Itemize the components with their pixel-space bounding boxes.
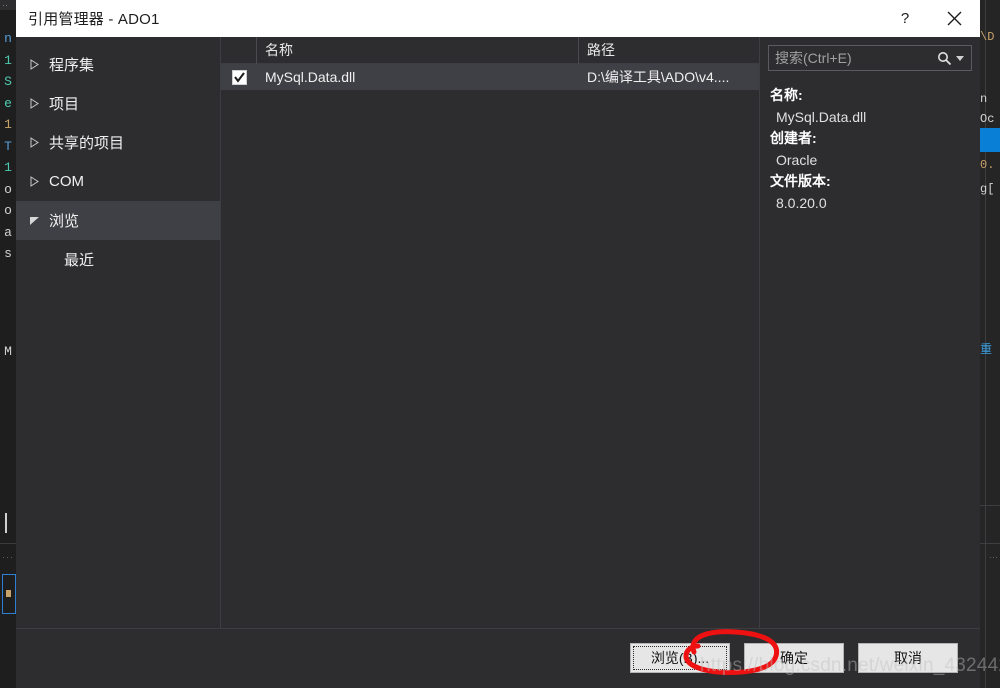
text-caret: [5, 513, 7, 533]
screen-root: n 1 S e 1 T 1 o o a s M ··· ·· \D n Oc 0…: [0, 0, 1000, 688]
code-char: 1: [4, 160, 12, 175]
code-char: e: [4, 95, 12, 111]
checkbox-checked-icon[interactable]: [231, 69, 247, 85]
sidebar-item-label: 最近: [64, 251, 95, 269]
code-char: \D: [980, 30, 995, 44]
background-topbar-left: ··: [0, 0, 16, 10]
close-icon: [947, 11, 961, 26]
ellipsis-icon: ··: [2, 0, 8, 10]
selection-highlight: [980, 128, 1000, 152]
divider: [980, 505, 1000, 506]
code-char: 1: [4, 117, 12, 132]
column-header-path[interactable]: 路径: [579, 37, 759, 64]
chevron-right-icon[interactable]: [21, 176, 47, 187]
table-row[interactable]: MySql.Data.dll D:\编译工具\ADO\v4....: [221, 64, 759, 90]
detail-value-file-version: 8.0.20.0: [776, 195, 827, 211]
chevron-right-icon[interactable]: [21, 98, 47, 109]
code-char: 0.: [980, 158, 995, 172]
sidebar-item-label: 项目: [49, 96, 80, 113]
code-char: Oc: [980, 112, 995, 126]
code-char: a: [4, 224, 12, 240]
sidebar-item-projects[interactable]: 项目: [16, 84, 220, 123]
sidebar-item-label: 共享的项目: [49, 135, 125, 152]
divider: [16, 628, 980, 629]
dialog-title: 引用管理器 - ADO1: [28, 11, 160, 28]
detail-value-name: MySql.Data.dll: [776, 109, 867, 125]
search-input[interactable]: 搜索(Ctrl+E): [775, 48, 935, 68]
row-name-cell: MySql.Data.dll: [265, 69, 356, 85]
sidebar-item-browse[interactable]: 浏览: [16, 201, 220, 240]
detail-key-file-version: 文件版本:: [770, 173, 831, 189]
sidebar-item-label: 浏览: [49, 213, 80, 230]
sidebar-item-recent[interactable]: 最近: [16, 240, 220, 278]
search-icon[interactable]: [935, 51, 953, 66]
row-checkbox-cell[interactable]: [221, 69, 257, 85]
detail-key-creator: 创建者:: [770, 130, 817, 146]
box-marker-icon: [6, 590, 11, 597]
divider: [0, 543, 16, 544]
search-box[interactable]: 搜索(Ctrl+E): [768, 45, 972, 71]
dialog-footer: 浏览(B)... 确定 取消: [16, 628, 980, 688]
ellipsis-icon: ···: [989, 552, 998, 562]
code-char: T: [4, 138, 12, 154]
code-char: n: [980, 92, 988, 106]
dialog-body: 程序集 项目 共享的项目 COM 浏览 最近 名称 路径 MySql.Data.…: [16, 36, 980, 628]
list-header: 名称 路径: [221, 36, 759, 64]
sidebar-item-assemblies[interactable]: 程序集: [16, 45, 220, 84]
code-char: 重: [980, 342, 993, 356]
code-char: M: [4, 344, 12, 359]
code-char: o: [4, 181, 12, 197]
row-path-cell: D:\编译工具\ADO\v4....: [587, 69, 730, 85]
sidebar-item-shared-projects[interactable]: 共享的项目: [16, 123, 220, 162]
ellipsis-icon: ···: [2, 552, 14, 562]
code-char: o: [4, 203, 12, 218]
details-panel: 搜索(Ctrl+E) 名称: MySql.Data.dll 创建者: Oracl…: [760, 37, 980, 628]
question-mark-icon: ?: [900, 10, 910, 27]
detail-value-creator: Oracle: [776, 152, 818, 168]
details-fields: 名称: MySql.Data.dll 创建者: Oracle 文件版本: 8.0…: [760, 71, 980, 214]
search-area: 搜索(Ctrl+E): [760, 45, 980, 71]
column-header-checkbox: [221, 36, 257, 64]
chevron-right-icon[interactable]: [21, 59, 47, 70]
chevron-down-icon[interactable]: [953, 55, 967, 62]
help-button[interactable]: ?: [882, 0, 928, 37]
background-code-strip-left-lower: M ···: [0, 330, 16, 688]
code-char: s: [4, 246, 12, 261]
chevron-down-icon[interactable]: [21, 215, 47, 226]
code-char: 1: [4, 52, 12, 68]
list-rows: MySql.Data.dll D:\编译工具\ADO\v4....: [221, 64, 759, 628]
column-header-name[interactable]: 名称: [257, 36, 579, 64]
sidebar-item-label: COM: [49, 173, 84, 190]
dialog-titlebar: 引用管理器 - ADO1 ?: [16, 0, 980, 37]
background-code-strip-right: \D n Oc 0. g[ 重 ···: [980, 0, 1000, 688]
titlebar-buttons: ?: [882, 0, 980, 37]
code-char: g[: [980, 182, 995, 196]
divider: [980, 543, 1000, 544]
checkmark-icon: [233, 71, 245, 83]
close-button[interactable]: [928, 0, 980, 37]
sidebar-item-label: 程序集: [49, 57, 95, 74]
detail-key-name: 名称:: [770, 87, 803, 103]
reference-manager-dialog: 引用管理器 - ADO1 ? 程序集 项目 共享的项目 COM 浏览 最近 名称…: [16, 0, 980, 688]
code-char: S: [4, 74, 12, 89]
reference-list-panel: 名称 路径 MySql.Data.dll D:\编译工具\ADO\v4....: [220, 36, 760, 628]
category-tree: 程序集 项目 共享的项目 COM 浏览 最近: [16, 37, 220, 628]
ok-button[interactable]: 确定: [744, 643, 844, 673]
browse-button[interactable]: 浏览(B)...: [630, 643, 730, 673]
code-char: n: [4, 31, 12, 46]
sidebar-item-com[interactable]: COM: [16, 162, 220, 201]
chevron-right-icon[interactable]: [21, 137, 47, 148]
cancel-button[interactable]: 取消: [858, 643, 958, 673]
